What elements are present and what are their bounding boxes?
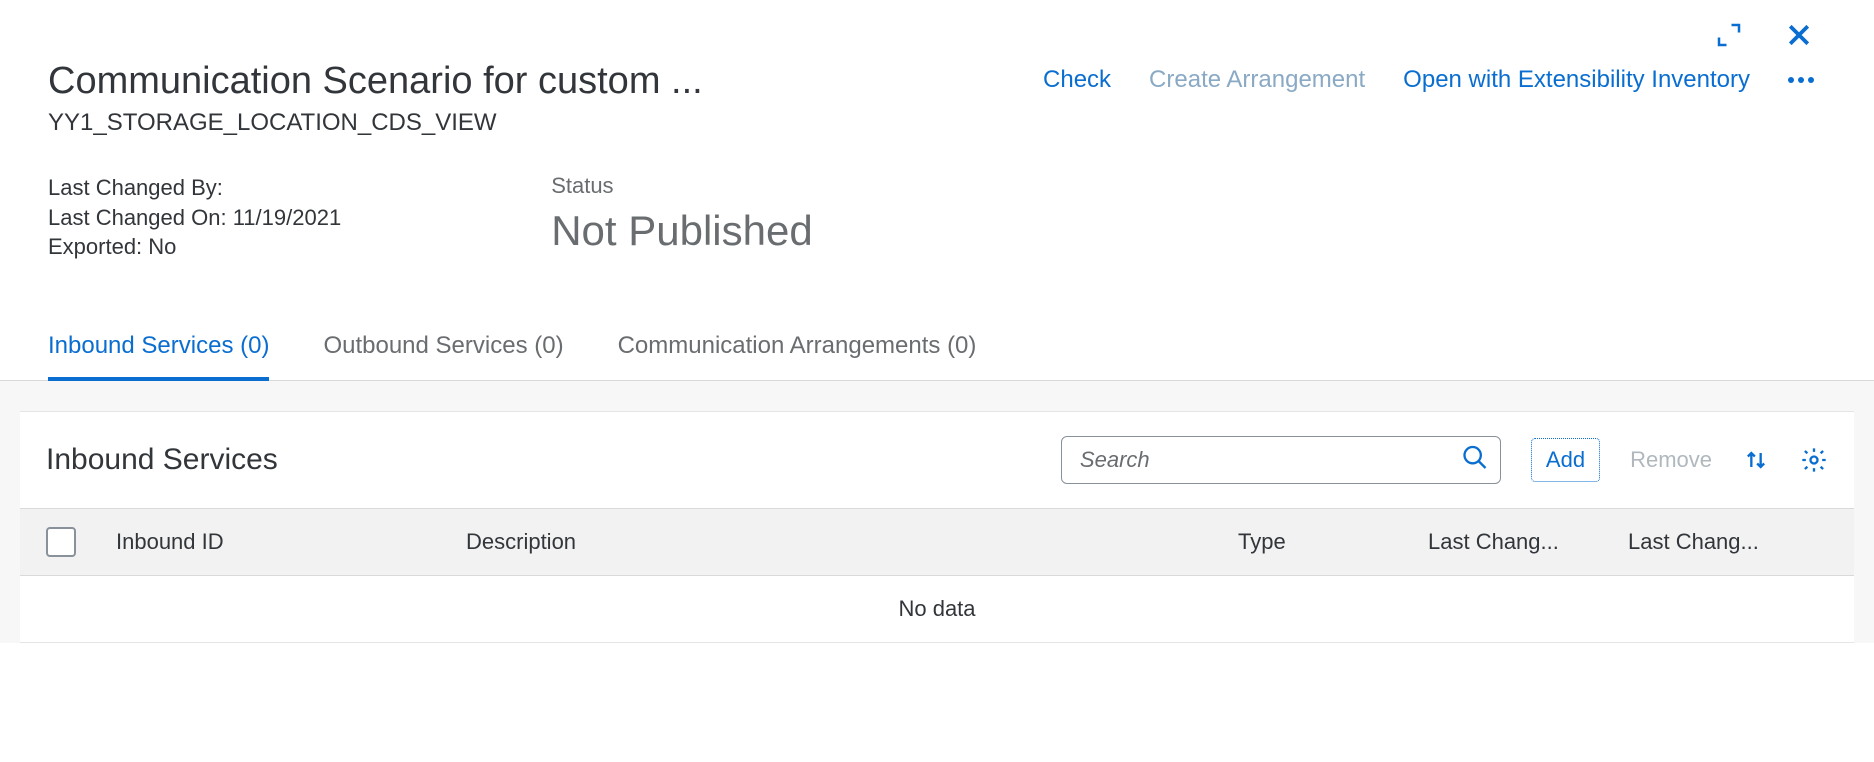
last-changed-on-label: Last Changed On:: [48, 205, 227, 230]
tab-inbound-services[interactable]: Inbound Services (0): [48, 332, 269, 380]
tab-communication-arrangements[interactable]: Communication Arrangements (0): [618, 332, 977, 380]
column-last-changed-on[interactable]: Last Chang...: [1628, 529, 1828, 555]
exported-label: Exported:: [48, 234, 142, 259]
column-type[interactable]: Type: [1238, 529, 1428, 555]
last-changed-by-label: Last Changed By:: [48, 173, 341, 203]
open-extensibility-inventory-button[interactable]: Open with Extensibility Inventory: [1403, 66, 1750, 94]
column-description[interactable]: Description: [466, 529, 1238, 555]
create-arrangement-button: Create Arrangement: [1149, 66, 1365, 94]
select-all-checkbox[interactable]: [46, 527, 76, 557]
settings-icon[interactable]: [1800, 446, 1828, 474]
no-data-message: No data: [20, 576, 1854, 642]
close-icon[interactable]: [1784, 20, 1814, 50]
tab-outbound-services[interactable]: Outbound Services (0): [323, 332, 563, 380]
remove-button: Remove: [1630, 447, 1712, 473]
last-changed-on-value: 11/19/2021: [233, 205, 341, 230]
page-title: Communication Scenario for custom ...: [48, 60, 1043, 103]
page-subtitle: YY1_STORAGE_LOCATION_CDS_VIEW: [48, 109, 1043, 137]
exported: Exported: No: [48, 232, 341, 262]
sort-icon[interactable]: [1742, 446, 1770, 474]
search-input[interactable]: [1061, 436, 1501, 484]
more-actions-icon[interactable]: [1788, 77, 1814, 83]
search-icon[interactable]: [1461, 444, 1489, 477]
check-button[interactable]: Check: [1043, 66, 1111, 94]
expand-icon[interactable]: [1714, 20, 1744, 50]
status-value: Not Published: [551, 207, 813, 255]
exported-value: No: [148, 234, 176, 259]
column-last-changed-by[interactable]: Last Chang...: [1428, 529, 1628, 555]
last-changed-on: Last Changed On: 11/19/2021: [48, 203, 341, 233]
section-title: Inbound Services: [46, 443, 278, 477]
table-header: Inbound ID Description Type Last Chang..…: [20, 508, 1854, 576]
column-inbound-id[interactable]: Inbound ID: [116, 529, 466, 555]
status-label: Status: [551, 173, 813, 199]
add-button[interactable]: Add: [1531, 438, 1600, 482]
